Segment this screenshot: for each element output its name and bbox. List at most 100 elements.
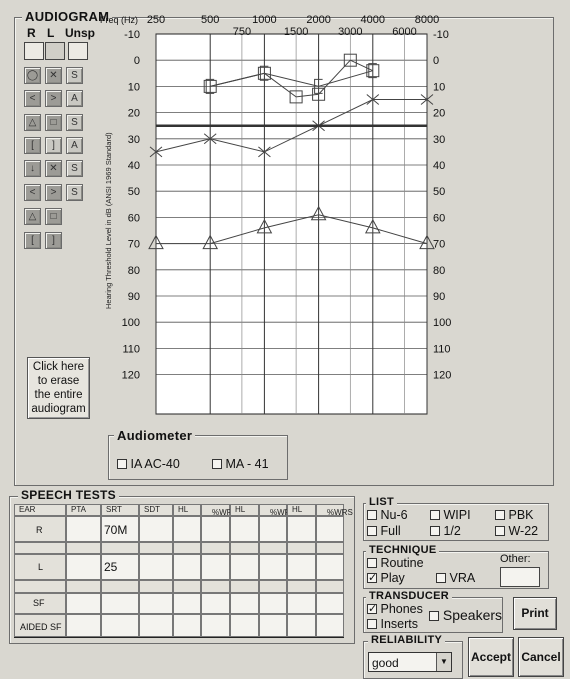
- symbol-bracket-close-arrow-icon[interactable]: ]: [45, 232, 62, 249]
- list-option-w22[interactable]: W-22: [495, 524, 538, 538]
- speech-input-cell[interactable]: [66, 516, 101, 542]
- speech-input-cell[interactable]: [230, 542, 259, 554]
- print-button[interactable]: Print: [513, 597, 557, 630]
- symbol-bracket-arrow-icon[interactable]: [: [24, 232, 41, 249]
- symbol-x-icon[interactable]: ✕: [45, 67, 62, 84]
- symbol-triangle-arrow-icon[interactable]: △: [24, 208, 41, 225]
- reliability-select[interactable]: good ▼: [368, 652, 452, 672]
- speech-input-cell[interactable]: [173, 580, 201, 593]
- speech-input-cell[interactable]: [66, 580, 101, 593]
- list-option-wipi[interactable]: WIPI: [430, 508, 471, 522]
- speech-input-cell[interactable]: [230, 614, 259, 637]
- speech-input-cell[interactable]: [201, 516, 230, 542]
- audiometer-ma41-checkbox[interactable]: [212, 459, 222, 469]
- speech-input-cell[interactable]: [316, 516, 344, 542]
- speech-input-cell[interactable]: [287, 593, 316, 614]
- transducer-option-phones[interactable]: Phones: [367, 602, 423, 616]
- speech-input-cell[interactable]: [173, 554, 201, 580]
- symbol-bracket-close-icon[interactable]: ]: [45, 137, 62, 154]
- speech-input-cell[interactable]: [66, 593, 101, 614]
- symbol-bracket-open-icon[interactable]: [: [24, 137, 41, 154]
- ear-select-unsp[interactable]: [68, 42, 88, 60]
- symbol-right-arrow-icon[interactable]: >: [45, 184, 62, 201]
- speech-input-cell[interactable]: [139, 554, 173, 580]
- speech-input-cell[interactable]: [259, 516, 287, 542]
- speech-input-cell[interactable]: [259, 614, 287, 637]
- speech-input-cell[interactable]: [101, 614, 139, 637]
- symbol-bracket-left-icon[interactable]: <: [24, 90, 41, 107]
- technique-option-routine[interactable]: Routine: [367, 556, 424, 570]
- audiometer-option-ma41[interactable]: MA - 41: [212, 457, 269, 471]
- speech-input-cell[interactable]: [287, 614, 316, 637]
- speech-input-cell[interactable]: [101, 593, 139, 614]
- speech-input-cell[interactable]: [259, 580, 287, 593]
- list-full-checkbox[interactable]: [367, 526, 377, 536]
- symbol-x-arrow-icon[interactable]: ✕: [45, 160, 62, 177]
- erase-audiogram-button[interactable]: Click here to erase the entire audiogram: [27, 357, 90, 419]
- transducer-inserts-checkbox[interactable]: [367, 619, 377, 629]
- speech-input-cell[interactable]: [173, 542, 201, 554]
- audiogram-chart[interactable]: Freq (Hz) 250 500 1000 2000 4000 8000750 1500 30…: [98, 4, 458, 416]
- list-option-half[interactable]: 1/2: [430, 524, 461, 538]
- symbol-down-arrow-icon[interactable]: ↓: [24, 160, 41, 177]
- symbol-s-stack-icon[interactable]: S: [66, 114, 83, 131]
- speech-input-cell[interactable]: [173, 593, 201, 614]
- speech-input-cell[interactable]: [287, 554, 316, 580]
- speech-input-cell[interactable]: [259, 593, 287, 614]
- speech-input-cell[interactable]: [66, 542, 101, 554]
- speech-input-cell[interactable]: [173, 516, 201, 542]
- speech-input-cell[interactable]: [139, 593, 173, 614]
- list-half-checkbox[interactable]: [430, 526, 440, 536]
- symbol-circle-icon[interactable]: ◯: [24, 67, 41, 84]
- technique-vra-checkbox[interactable]: [436, 573, 446, 583]
- symbol-square-icon[interactable]: □: [45, 114, 62, 131]
- chevron-down-icon[interactable]: ▼: [436, 653, 451, 671]
- symbol-a-triangle-icon[interactable]: A: [66, 137, 83, 154]
- speech-input-cell[interactable]: [316, 554, 344, 580]
- transducer-option-inserts[interactable]: Inserts: [367, 617, 418, 631]
- list-option-pbk[interactable]: PBK: [495, 508, 534, 522]
- technique-other-input[interactable]: [500, 567, 540, 587]
- speech-input-cell[interactable]: [230, 554, 259, 580]
- speech-input-cell[interactable]: [316, 614, 344, 637]
- speech-input-cell[interactable]: [139, 542, 173, 554]
- symbol-s-arrow-icon[interactable]: S: [66, 160, 83, 177]
- speech-input-cell[interactable]: [259, 554, 287, 580]
- ear-select-right[interactable]: [24, 42, 44, 60]
- audiometer-ia-ac40-checkbox[interactable]: [117, 459, 127, 469]
- speech-input-cell[interactable]: [230, 580, 259, 593]
- speech-input-cell[interactable]: [101, 542, 139, 554]
- speech-input-cell[interactable]: [139, 516, 173, 542]
- accept-button[interactable]: Accept: [468, 637, 514, 677]
- symbol-left-arrow-icon[interactable]: <: [24, 184, 41, 201]
- technique-routine-checkbox[interactable]: [367, 558, 377, 568]
- speech-input-cell[interactable]: [101, 580, 139, 593]
- transducer-option-speakers[interactable]: Speakers: [429, 607, 502, 623]
- speech-input-cell[interactable]: [66, 614, 101, 637]
- list-option-nu6[interactable]: Nu-6: [367, 508, 408, 522]
- symbol-s-icon[interactable]: S: [66, 67, 83, 84]
- speech-input-cell[interactable]: [201, 542, 230, 554]
- speech-input-cell[interactable]: [201, 593, 230, 614]
- technique-option-play[interactable]: Play: [367, 571, 405, 585]
- transducer-speakers-checkbox[interactable]: [429, 611, 439, 621]
- speech-input-cell[interactable]: [139, 580, 173, 593]
- speech-input-cell[interactable]: [230, 516, 259, 542]
- speech-input-cell[interactable]: [139, 614, 173, 637]
- ear-select-left[interactable]: [45, 42, 65, 60]
- audiometer-option-ia-ac40[interactable]: IA AC-40: [117, 457, 180, 471]
- speech-input-cell[interactable]: [201, 580, 230, 593]
- speech-input-cell[interactable]: [173, 614, 201, 637]
- speech-input-cell[interactable]: [230, 593, 259, 614]
- transducer-phones-checkbox[interactable]: [367, 602, 377, 615]
- cancel-button[interactable]: Cancel: [518, 637, 564, 677]
- list-option-full[interactable]: Full: [367, 524, 401, 538]
- speech-input-cell[interactable]: [316, 542, 344, 554]
- symbol-a-icon[interactable]: A: [66, 90, 83, 107]
- list-nu6-checkbox[interactable]: [367, 510, 377, 520]
- symbol-square-arrow-icon[interactable]: □: [45, 208, 62, 225]
- list-w22-checkbox[interactable]: [495, 526, 505, 536]
- list-wipi-checkbox[interactable]: [430, 510, 440, 520]
- speech-input-cell[interactable]: [259, 542, 287, 554]
- speech-input-cell[interactable]: [316, 580, 344, 593]
